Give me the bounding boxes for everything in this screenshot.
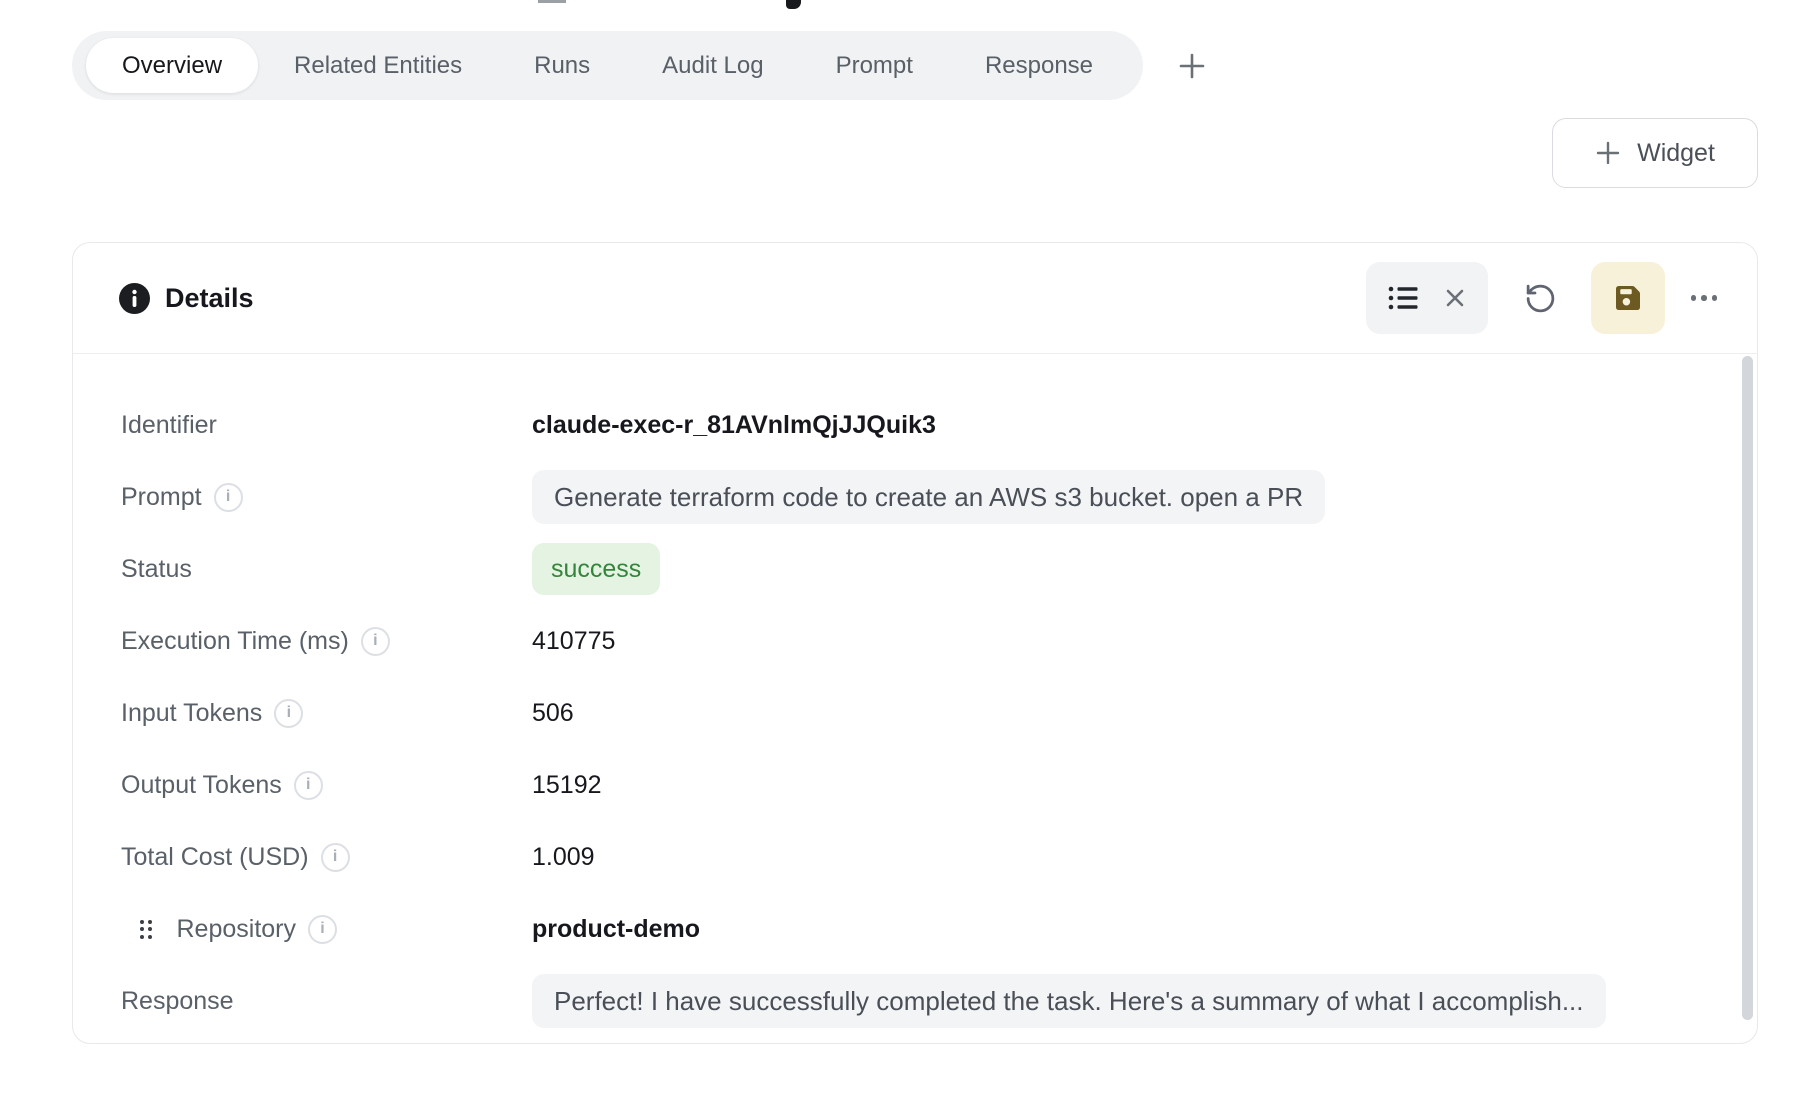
field-row-total-cost: Total Cost (USD) i 1.009 [73,821,1757,893]
page-title-fragment [538,0,566,3]
field-label: Response [121,987,234,1016]
ellipsis-icon [1691,295,1697,301]
info-tooltip-icon[interactable]: i [294,771,323,800]
close-icon [1444,287,1466,309]
response-value-chip: Perfect! I have successfully completed t… [532,974,1606,1028]
info-tooltip-icon[interactable]: i [361,627,390,656]
ellipsis-icon [1712,295,1718,301]
field-label: Input Tokens [121,699,262,728]
undo-icon [1524,282,1557,315]
tab-related-entities[interactable]: Related Entities [258,38,498,93]
details-card: Details [72,242,1758,1044]
field-row-identifier: Identifier claude-exec-r_81AVnlmQjJJQuik… [73,389,1757,461]
field-row-response: Response Perfect! I have successfully co… [73,965,1757,1037]
save-icon [1612,282,1644,314]
execution-time-value: 410775 [532,627,615,656]
prompt-value-chip: Generate terraform code to create an AWS… [532,470,1325,524]
info-tooltip-icon[interactable]: i [308,915,337,944]
list-icon [1388,285,1418,311]
identifier-value: claude-exec-r_81AVnlmQjJJQuik3 [532,411,936,440]
tab-runs[interactable]: Runs [498,38,626,93]
close-button[interactable] [1444,287,1466,309]
field-label: Total Cost (USD) [121,843,309,872]
tab-bar: Overview Related Entities Runs Audit Log… [72,31,1215,100]
page-title-fragment [786,0,801,9]
drag-handle-icon[interactable] [140,920,152,939]
total-cost-value: 1.009 [532,843,595,872]
output-tokens-value: 15192 [532,771,602,800]
scrollbar-thumb[interactable] [1742,356,1753,1020]
undo-button[interactable] [1524,282,1557,315]
add-widget-button[interactable]: Widget [1552,118,1758,188]
info-tooltip-icon[interactable]: i [274,699,303,728]
field-row-prompt: Prompt i Generate terraform code to crea… [73,461,1757,533]
input-tokens-value: 506 [532,699,574,728]
list-close-button-group [1366,262,1488,334]
card-title: Details [165,283,254,314]
ellipsis-icon [1701,295,1707,301]
tab-response[interactable]: Response [949,38,1129,93]
plus-icon [1177,51,1207,81]
plus-icon [1595,140,1621,166]
widget-button-label: Widget [1637,139,1715,168]
field-row-status: Status success [73,533,1757,605]
details-card-header: Details [73,243,1757,354]
tab-audit-log[interactable]: Audit Log [626,38,799,93]
field-label: Prompt [121,483,202,512]
status-badge: success [532,543,660,595]
save-button[interactable] [1591,262,1665,334]
tab-list: Overview Related Entities Runs Audit Log… [72,31,1143,100]
add-tab-button[interactable] [1169,43,1215,89]
field-row-repository: Repository i product-demo [73,893,1757,965]
tab-overview[interactable]: Overview [86,38,258,93]
field-row-input-tokens: Input Tokens i 506 [73,677,1757,749]
repository-value: product-demo [532,915,700,944]
field-label: Execution Time (ms) [121,627,349,656]
field-label: Output Tokens [121,771,282,800]
field-label: Identifier [121,411,217,440]
tab-prompt[interactable]: Prompt [800,38,949,93]
info-icon [119,283,150,314]
field-row-output-tokens: Output Tokens i 15192 [73,749,1757,821]
details-card-body: Identifier claude-exec-r_81AVnlmQjJJQuik… [73,354,1757,1037]
field-label: Status [121,555,192,584]
field-label: Repository [177,915,297,944]
info-tooltip-icon[interactable]: i [214,483,243,512]
more-options-button[interactable] [1691,295,1718,301]
list-view-button[interactable] [1388,285,1418,311]
info-tooltip-icon[interactable]: i [321,843,350,872]
field-row-execution-time: Execution Time (ms) i 410775 [73,605,1757,677]
